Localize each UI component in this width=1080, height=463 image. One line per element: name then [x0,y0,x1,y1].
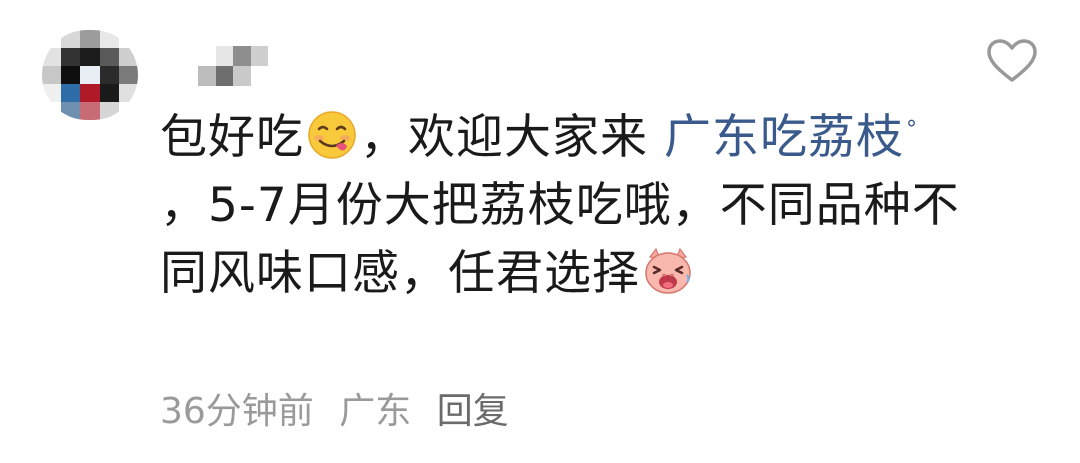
comment-meta: 36分钟前 广东 回复 [160,388,509,436]
comment-item: 包好吃 ，欢迎大家来 广东吃荔枝° ，5-7月份大把荔枝吃哦，不同品种不同风味口感… [0,0,1080,463]
search-icon: ° [905,117,918,143]
username[interactable] [198,46,268,86]
yum-face-emoji [306,109,358,161]
reply-button[interactable]: 回复 [437,391,509,432]
heart-outline-icon [987,39,1037,82]
comment-text: 包好吃 ，欢迎大家来 广东吃荔枝° ，5-7月份大把荔枝吃哦，不同品种不同风味口感… [160,104,960,308]
comment-text-part2: ，欢迎大家来 [360,110,664,165]
comment-location: 广东 [339,391,412,432]
topic-link-label: 广东吃荔枝 [663,110,904,165]
topic-link[interactable]: 广东吃荔枝° [664,110,918,165]
like-button[interactable] [986,38,1038,84]
comment-text-part3: ，5-7月份大把荔枝吃哦，不同品种不同风味口感，任君选择 [160,178,960,301]
laughing-pig-emoji [642,245,694,297]
comment-text-part1: 包好吃 [160,110,304,165]
avatar[interactable] [42,30,138,120]
comment-time: 36分钟前 [160,391,314,432]
